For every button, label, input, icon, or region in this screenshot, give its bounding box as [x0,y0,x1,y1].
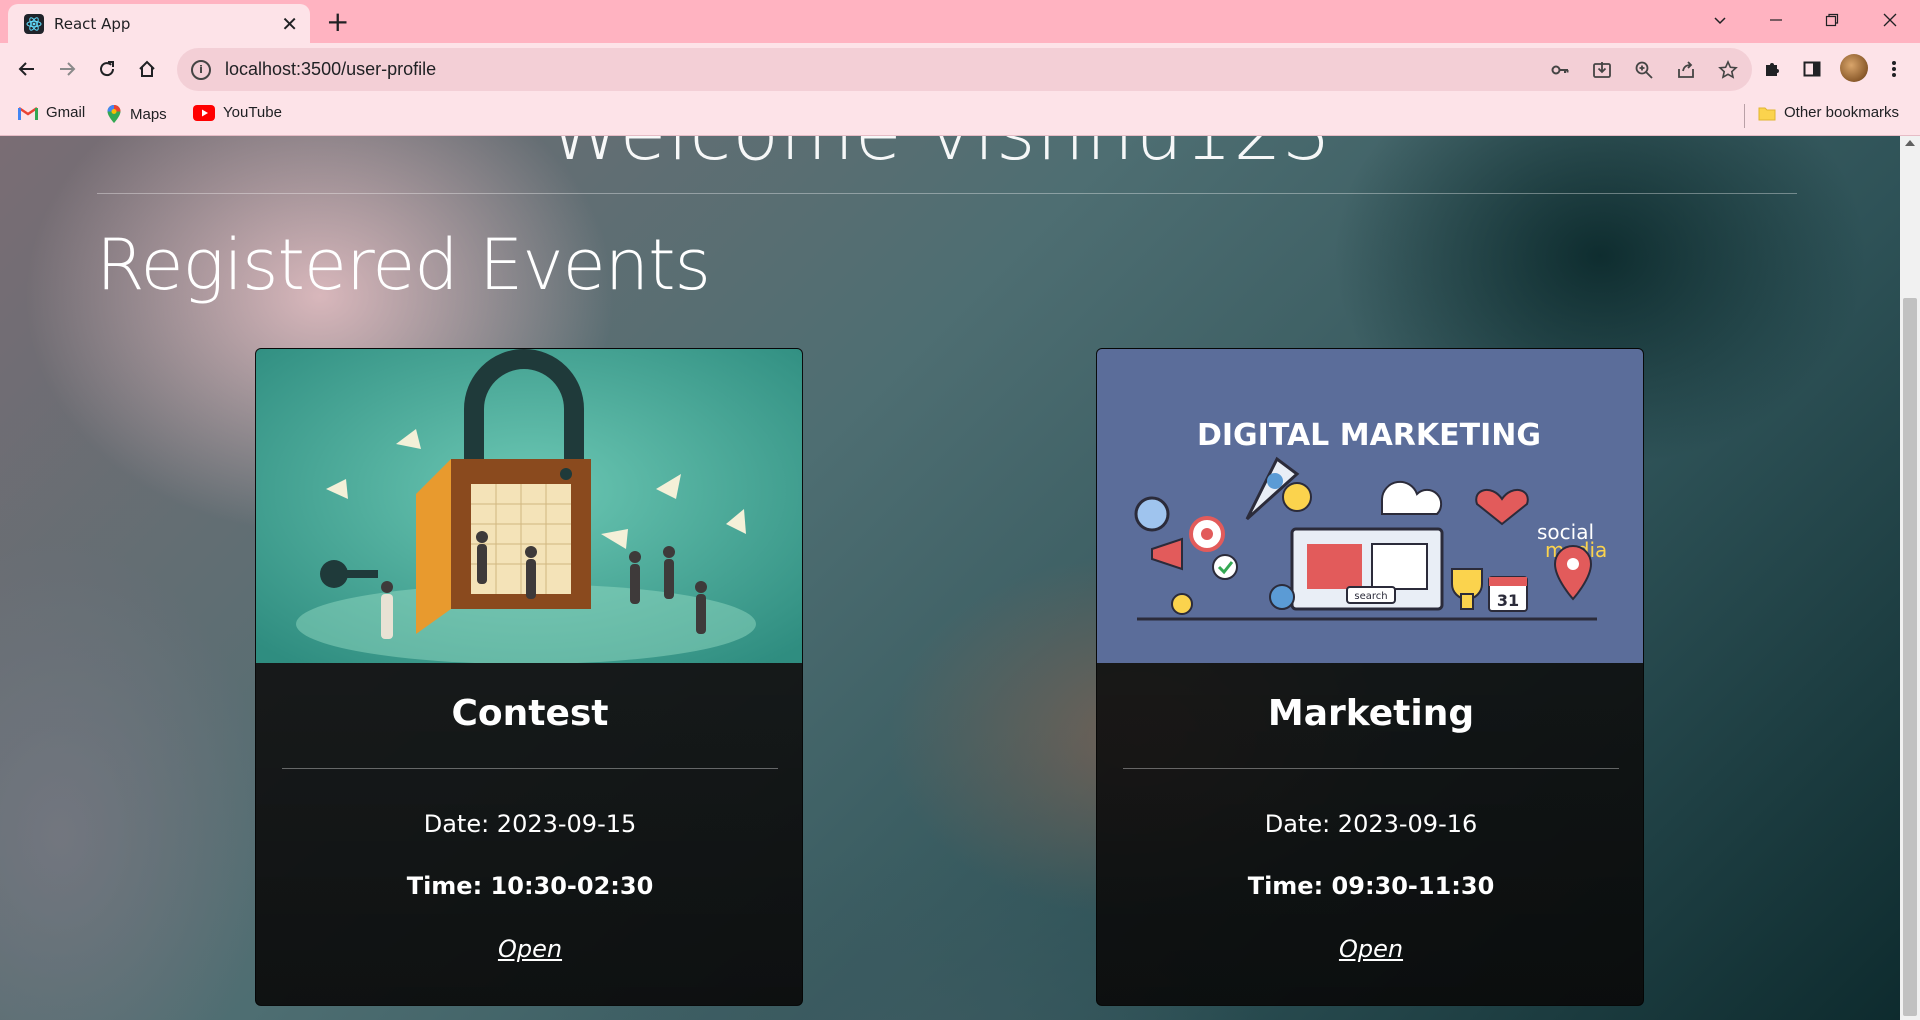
bookmark-maps[interactable]: Maps [106,104,167,124]
heading-divider [97,193,1797,194]
card-divider [282,768,778,769]
event-date: Date: 2023-09-15 [423,810,637,838]
forward-arrow-icon[interactable] [53,55,81,83]
new-tab-button[interactable]: + [326,8,349,36]
event-title: Marketing [1267,693,1475,734]
side-panel-icon[interactable] [1798,55,1826,83]
folder-icon [1758,107,1776,120]
scroll-thumb[interactable] [1903,298,1917,1016]
profile-avatar[interactable] [1840,54,1868,82]
youtube-icon [193,104,215,121]
close-window-button[interactable] [1870,6,1910,34]
more-menu-icon[interactable] [1880,55,1908,83]
browser-tab-active[interactable]: React App ✕ [8,4,310,43]
scroll-up-arrow-icon[interactable] [1905,140,1915,146]
padlock-illustration [256,349,802,663]
card-divider [1123,768,1619,769]
reload-icon[interactable] [93,55,121,83]
image-text: 31 [1497,591,1519,610]
bookmark-label: YouTube [223,104,282,121]
other-bookmarks-folder[interactable]: Other bookmarks [1758,104,1899,121]
event-card: DIGITAL MARKETING search social media [1096,348,1644,1006]
browser-toolbar: i localhost:3500/user-profile [0,43,1920,96]
bookmarks-bar: Gmail Maps YouTube Other bookmarks [0,96,1920,136]
other-bookmarks-label: Other bookmarks [1784,104,1900,121]
tab-search-icon[interactable] [1700,6,1740,34]
bookmark-gmail[interactable]: Gmail [18,104,85,121]
section-title: Registered Events [96,224,711,306]
bookmark-youtube[interactable]: YouTube [193,104,282,121]
event-card: Contest Date: 2023-09-15 Time: 10:30-02:… [255,348,803,1006]
bookmark-star-icon[interactable] [1716,58,1740,82]
address-bar[interactable]: i localhost:3500/user-profile [177,48,1752,91]
digital-marketing-illustration: DIGITAL MARKETING search social media [1097,349,1643,663]
react-logo-icon [24,13,44,34]
image-text: search [1354,591,1387,602]
event-date: Date: 2023-09-16 [1264,810,1478,838]
event-time: Time: 10:30-02:30 [406,872,654,900]
gmail-icon [18,106,38,120]
home-icon[interactable] [133,55,161,83]
event-time: Time: 09:30-11:30 [1247,872,1495,900]
welcome-heading: Welcome vishnu123 [0,136,1880,177]
event-title: Contest [451,693,609,734]
share-icon[interactable] [1674,58,1698,82]
site-info-icon[interactable]: i [191,59,211,80]
tab-strip: React App ✕ + [0,0,1920,43]
image-heading: DIGITAL MARKETING [1197,418,1541,453]
bookmarks-divider [1744,104,1745,128]
tab-title: React App [54,14,131,33]
open-event-link[interactable]: Open [1097,935,1643,963]
extensions-puzzle-icon[interactable] [1758,55,1786,83]
open-event-link[interactable]: Open [256,935,802,963]
restore-button[interactable] [1812,6,1852,34]
maps-icon [107,105,121,123]
key-icon[interactable] [1548,58,1572,82]
url-text: localhost:3500/user-profile [225,59,437,79]
install-app-icon[interactable] [1590,58,1614,82]
page-viewport: Welcome vishnu123 Registered Events [0,136,1920,1020]
bookmark-label: Gmail [46,104,86,121]
bookmark-label: Maps [130,105,167,123]
minimize-button[interactable] [1756,6,1796,34]
back-arrow-icon[interactable] [13,55,41,83]
page-scrollbar[interactable] [1900,136,1920,1020]
close-tab-icon[interactable]: ✕ [281,14,298,34]
zoom-icon[interactable] [1632,58,1656,82]
